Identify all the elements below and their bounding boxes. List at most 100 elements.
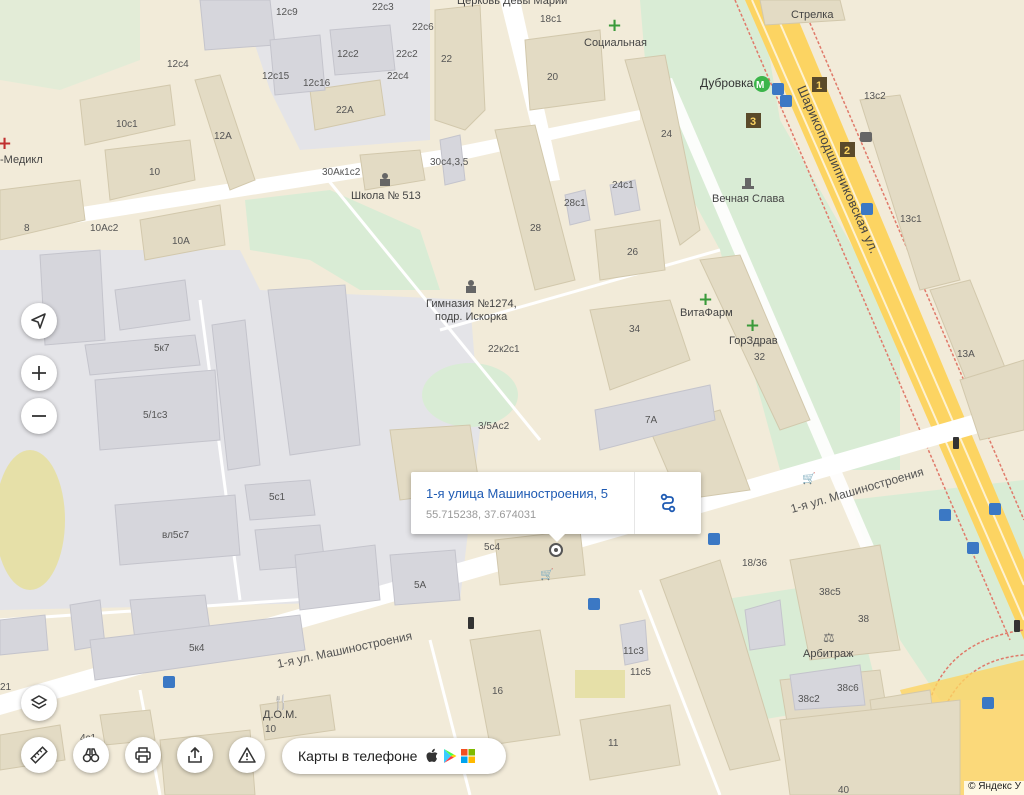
svg-text:3: 3 xyxy=(750,116,756,128)
svg-text:22А: 22А xyxy=(336,105,354,116)
svg-text:10: 10 xyxy=(149,167,161,178)
svg-text:Арбитраж: Арбитраж xyxy=(803,648,854,660)
svg-text:13с1: 13с1 xyxy=(900,214,922,225)
svg-text:12А: 12А xyxy=(214,131,232,142)
svg-text:5/1с3: 5/1с3 xyxy=(143,410,168,421)
panorama-button[interactable] xyxy=(73,737,109,773)
svg-text:38с2: 38с2 xyxy=(798,694,820,705)
map-canvas[interactable]: 12с9 22с3 22с6 18с1 12с4 12с2 22с2 22 12… xyxy=(0,0,1024,795)
svg-text:5с1: 5с1 xyxy=(269,492,286,503)
svg-text:26: 26 xyxy=(627,247,639,258)
svg-text:30с4,3,5: 30с4,3,5 xyxy=(430,157,469,168)
promo-label: Карты в телефоне xyxy=(298,748,418,764)
svg-text:8: 8 xyxy=(24,223,30,234)
svg-text:13с2: 13с2 xyxy=(864,91,886,102)
svg-text:22с6: 22с6 xyxy=(412,22,434,33)
print-button[interactable] xyxy=(125,737,161,773)
svg-text:24с1: 24с1 xyxy=(612,180,634,191)
metro-icon: M xyxy=(754,76,770,92)
svg-text:10с1: 10с1 xyxy=(116,119,138,130)
svg-text:1: 1 xyxy=(816,80,822,92)
share-icon xyxy=(188,746,202,763)
address-pin-icon xyxy=(549,543,563,557)
ruler-button[interactable] xyxy=(21,737,57,773)
svg-text:12с2: 12с2 xyxy=(337,49,359,60)
svg-text:Социальная: Социальная xyxy=(584,37,647,49)
svg-text:28с1: 28с1 xyxy=(564,198,586,209)
address-title-link[interactable]: 1-я улица Машиностроения, 5 xyxy=(426,486,608,501)
svg-text:12с4: 12с4 xyxy=(167,59,189,70)
location-arrow-icon xyxy=(31,313,46,329)
svg-text:Гимназия №1274,: Гимназия №1274, xyxy=(426,298,517,310)
windows-icon xyxy=(461,749,476,763)
svg-text:38с5: 38с5 xyxy=(819,587,841,598)
svg-text:🍴: 🍴 xyxy=(272,694,289,711)
address-popup: 1-я улица Машиностроения, 5 55.715238, 3… xyxy=(411,472,701,542)
ruler-icon xyxy=(30,746,48,764)
layers-button[interactable] xyxy=(21,685,57,721)
svg-text:+: + xyxy=(698,289,713,310)
svg-text:+: + xyxy=(0,133,12,154)
svg-text:10Ас2: 10Ас2 xyxy=(90,223,119,234)
locate-button[interactable] xyxy=(21,303,57,339)
svg-text:18с1: 18с1 xyxy=(540,14,562,25)
svg-text:5с4: 5с4 xyxy=(484,542,501,553)
svg-text:11: 11 xyxy=(608,738,619,749)
svg-text:Вечная Слава: Вечная Слава xyxy=(712,193,785,205)
plus-icon xyxy=(32,366,46,380)
mobile-app-promo[interactable]: Карты в телефоне xyxy=(282,738,506,774)
svg-text:M: M xyxy=(756,80,764,91)
minus-icon xyxy=(32,415,46,417)
svg-text:12с16: 12с16 xyxy=(303,78,331,89)
svg-text:12с9: 12с9 xyxy=(276,7,298,18)
svg-text:Церковь Девы Марии: Церковь Девы Марии xyxy=(457,0,567,7)
svg-text:10А: 10А xyxy=(172,236,190,247)
svg-text:2: 2 xyxy=(844,145,850,157)
svg-text:22с2: 22с2 xyxy=(396,49,418,60)
svg-text:5А: 5А xyxy=(414,580,427,591)
svg-text:Дубровка: Дубровка xyxy=(700,76,754,90)
svg-text:⚖: ⚖ xyxy=(823,631,835,646)
layers-icon xyxy=(30,695,48,709)
binoculars-icon xyxy=(82,748,100,763)
svg-text:22с3: 22с3 xyxy=(372,2,394,13)
svg-text:-Медикл: -Медикл xyxy=(0,154,43,166)
apple-icon xyxy=(426,748,438,762)
svg-text:16: 16 xyxy=(492,686,504,697)
svg-text:3/5Ас2: 3/5Ас2 xyxy=(478,421,510,432)
svg-text:ГорЗдрав: ГорЗдрав xyxy=(729,335,778,347)
svg-text:38: 38 xyxy=(858,614,870,625)
popup-pointer xyxy=(549,534,565,542)
svg-text:22к2с1: 22к2с1 xyxy=(488,344,520,355)
svg-text:22: 22 xyxy=(441,54,453,65)
svg-text:32: 32 xyxy=(754,352,766,363)
printer-icon xyxy=(135,747,151,763)
route-icon xyxy=(660,493,676,513)
google-play-icon xyxy=(444,749,457,763)
share-button[interactable] xyxy=(177,737,213,773)
svg-text:10: 10 xyxy=(265,724,277,735)
svg-text:5к7: 5к7 xyxy=(154,343,170,354)
svg-text:вл5с7: вл5с7 xyxy=(162,530,189,541)
zoom-in-button[interactable] xyxy=(21,355,57,391)
report-button[interactable] xyxy=(229,737,265,773)
svg-text:38с6: 38с6 xyxy=(837,683,859,694)
svg-text:34: 34 xyxy=(629,324,641,335)
svg-text:20: 20 xyxy=(547,72,559,83)
route-button[interactable] xyxy=(635,472,701,534)
svg-text:Школа № 513: Школа № 513 xyxy=(351,190,421,202)
svg-text:13А: 13А xyxy=(957,349,975,360)
svg-text:+: + xyxy=(607,15,622,36)
svg-text:18/36: 18/36 xyxy=(742,558,767,569)
address-coordinates: 55.715238, 37.674031 xyxy=(426,509,537,521)
svg-text:22с4: 22с4 xyxy=(387,71,409,82)
svg-text:7А: 7А xyxy=(645,415,658,426)
zoom-out-button[interactable] xyxy=(21,398,57,434)
svg-text:5к4: 5к4 xyxy=(189,643,205,654)
svg-text:24: 24 xyxy=(661,129,673,140)
svg-text:11с3: 11с3 xyxy=(623,646,644,657)
svg-text:30Ак1с2: 30Ак1с2 xyxy=(322,167,361,178)
svg-text:40: 40 xyxy=(838,785,850,795)
svg-text:11с5: 11с5 xyxy=(630,667,651,678)
svg-text:подр. Искорка: подр. Искорка xyxy=(435,311,508,323)
